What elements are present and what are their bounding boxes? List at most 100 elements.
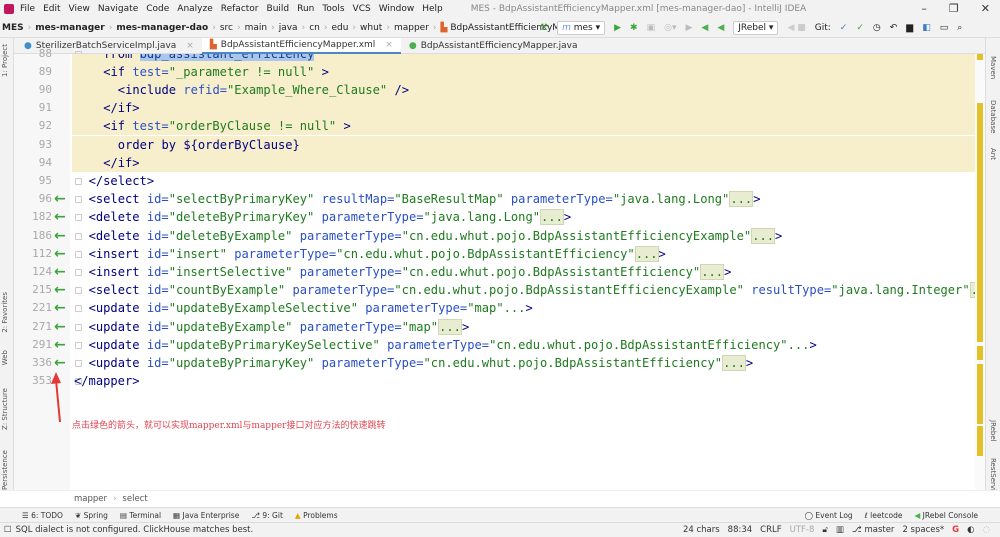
git-history-icon[interactable]: ◷	[873, 23, 881, 33]
code-crumb-select[interactable]: select	[122, 494, 147, 504]
menu-view[interactable]: View	[69, 4, 90, 14]
tool-leetcode[interactable]: ℓ leetcode	[865, 511, 903, 520]
status-encoding[interactable]: UTF-8	[790, 525, 815, 535]
scroll-marker[interactable]	[977, 426, 983, 456]
minimize-button[interactable]: –	[921, 2, 927, 15]
git-commit-icon[interactable]: ✓	[856, 23, 864, 33]
notifications-icon[interactable]: ◌	[983, 525, 990, 535]
jrebel-debug-icon[interactable]: ◀	[717, 23, 724, 33]
project-structure-icon[interactable]: ▆	[906, 23, 913, 33]
tool-problems[interactable]: ▲ Problems	[295, 511, 338, 520]
folded-region[interactable]: ...	[700, 263, 725, 280]
tool-todo[interactable]: ☰ 6: TODO	[22, 511, 63, 520]
scroll-marker[interactable]	[977, 346, 983, 360]
stop-icon[interactable]: ▶	[685, 23, 692, 33]
crumb-item[interactable]: cn	[309, 23, 320, 33]
scroll-marker[interactable]	[977, 364, 983, 424]
lock-icon[interactable]: 🔓︎	[822, 525, 828, 535]
status-branch[interactable]: ⎇ master	[852, 525, 894, 535]
editor-scrollbar-markers[interactable]	[975, 54, 985, 490]
crumb-item[interactable]: mes-manager-dao	[116, 23, 208, 33]
memory-icon[interactable]: ▥	[836, 525, 844, 535]
folded-region[interactable]: ...	[729, 191, 754, 208]
tool-git[interactable]: ⎇ 9: Git	[251, 511, 283, 520]
crumb-item[interactable]: main	[245, 23, 268, 33]
folded-region[interactable]: ...	[751, 227, 776, 244]
navigate-to-method-arrow-icon[interactable]: ←	[54, 318, 66, 336]
menu-file[interactable]: File	[20, 4, 35, 14]
menu-edit[interactable]: Edit	[43, 4, 60, 14]
navigate-to-method-arrow-icon[interactable]: ←	[54, 208, 66, 226]
status-line-separator[interactable]: CRLF	[760, 525, 781, 535]
menu-navigate[interactable]: Navigate	[98, 4, 138, 14]
scroll-marker[interactable]	[977, 54, 983, 60]
tool-window-jrebel[interactable]: JRebel	[989, 420, 997, 442]
tool-event-log[interactable]: ◯ Event Log	[805, 511, 853, 520]
tool-window-database[interactable]: Database	[989, 100, 997, 133]
navigate-to-method-arrow-icon[interactable]: ←	[54, 263, 66, 281]
jrebel-run-icon[interactable]: ◀	[701, 23, 708, 33]
tool-window-favorites[interactable]: 2: Favorites	[1, 292, 9, 333]
restore-button[interactable]: ❐	[949, 2, 959, 15]
navigate-to-method-arrow-icon[interactable]: ←	[54, 281, 66, 299]
crumb-item[interactable]: src	[220, 23, 233, 33]
navigate-to-method-arrow-icon[interactable]: ←	[54, 190, 66, 208]
code-crumb-mapper[interactable]: mapper	[74, 494, 107, 504]
navigate-to-method-arrow-icon[interactable]: ←	[54, 227, 66, 245]
coverage-icon[interactable]: ▣	[647, 23, 656, 33]
run-config-select[interactable]: m mes ▾	[557, 20, 606, 35]
inspector-icon[interactable]: ◐	[967, 525, 974, 535]
crumb-item[interactable]: mes-manager	[35, 23, 105, 33]
git-rollback-icon[interactable]: ↶	[890, 23, 898, 33]
tool-java-enterprise[interactable]: ▦ Java Enterprise	[173, 511, 239, 520]
run-icon[interactable]: ▶	[614, 23, 621, 33]
crumb-item[interactable]: java	[279, 23, 298, 33]
folded-region[interactable]: ...	[634, 245, 659, 262]
crumb-item[interactable]: mapper	[394, 23, 429, 33]
menu-analyze[interactable]: Analyze	[177, 4, 212, 14]
crumb-item[interactable]: MES	[2, 23, 24, 33]
tab-1[interactable]: ▙ BdpAssistantEfficiencyMapper.xml ×	[201, 37, 401, 54]
git-update-icon[interactable]: ✓	[840, 23, 848, 33]
tool-jrebel-console[interactable]: ◀ JRebel Console	[915, 511, 979, 520]
jrebel-stop-icon[interactable]: ◀ ■	[787, 23, 805, 33]
status-message[interactable]: SQL dialect is not configured. ClickHous…	[16, 525, 254, 535]
folded-region[interactable]: ...	[722, 354, 746, 371]
folded-region[interactable]: ...	[438, 318, 462, 335]
translate-icon[interactable]: ◧	[922, 23, 931, 33]
navigate-to-method-arrow-icon[interactable]: ←	[54, 336, 66, 354]
debug-icon[interactable]: ✱	[630, 23, 638, 33]
jrebel-select[interactable]: JRebel ▾	[733, 20, 779, 35]
navigate-to-method-arrow-icon[interactable]: ←	[54, 354, 66, 372]
crumb-item[interactable]: edu	[331, 23, 348, 33]
menu-refactor[interactable]: Refactor	[221, 4, 259, 14]
tool-window-ant[interactable]: Ant	[989, 148, 997, 160]
folded-region[interactable]: ...	[540, 209, 564, 226]
google-icon[interactable]: G	[952, 525, 959, 535]
tool-terminal[interactable]: ▤ Terminal	[120, 511, 161, 520]
crumb-item[interactable]: whut	[360, 23, 382, 33]
search-icon[interactable]: ⌕	[957, 23, 962, 33]
menu-help[interactable]: Help	[422, 4, 443, 14]
menu-run[interactable]: Run	[297, 4, 314, 14]
navigate-to-method-arrow-icon[interactable]: ←	[54, 245, 66, 263]
presentation-icon[interactable]: ▭	[940, 23, 949, 33]
close-tab-icon[interactable]: ×	[186, 41, 194, 51]
tab-2[interactable]: ● BdpAssistantEfficiencyMapper.java	[401, 38, 586, 54]
tool-window-structure[interactable]: Z: Structure	[1, 388, 9, 430]
navigate-to-method-arrow-icon[interactable]: ←	[54, 299, 66, 317]
profile-icon[interactable]: ◎▾	[664, 23, 676, 33]
menu-window[interactable]: Window	[379, 4, 415, 14]
menu-tools[interactable]: Tools	[322, 4, 344, 14]
tool-window-maven[interactable]: Maven	[989, 56, 997, 79]
tool-spring[interactable]: ❦ Spring	[75, 511, 108, 520]
menu-code[interactable]: Code	[146, 4, 169, 14]
tool-window-web[interactable]: Web	[1, 350, 9, 365]
build-hammer-icon[interactable]: ⚒	[540, 23, 548, 33]
tool-window-project[interactable]: 1: Project	[1, 44, 9, 77]
status-position[interactable]: 88:34	[728, 525, 753, 535]
menu-vcs[interactable]: VCS	[353, 4, 371, 14]
scroll-marker[interactable]	[977, 228, 983, 342]
menu-build[interactable]: Build	[267, 4, 290, 14]
close-button[interactable]: ✕	[981, 2, 990, 15]
